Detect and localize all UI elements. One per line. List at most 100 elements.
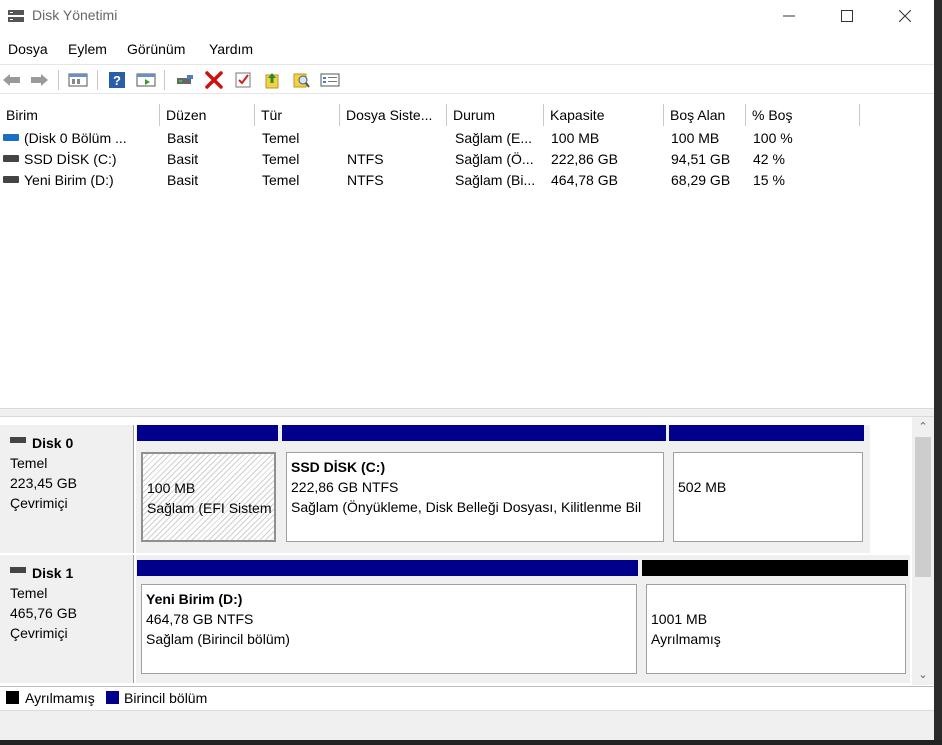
partition-ssd-c[interactable]: SSD DİSK (C:) 222,86 GB NTFS Sağlam (Öny…	[286, 452, 664, 542]
maximize-button[interactable]	[824, 0, 870, 32]
show-hide-button[interactable]	[136, 70, 156, 90]
partition-size: 1001 MB	[651, 611, 708, 627]
column-header-layout[interactable]: Düzen	[160, 104, 255, 126]
legend-label-primary: Birincil bölüm	[124, 690, 208, 706]
cell-volume-name: (Disk 0 Bölüm ...	[24, 130, 127, 146]
cell-percent-free: 15 %	[753, 172, 785, 188]
menu-file[interactable]: Dosya	[8, 41, 48, 57]
partition-bar	[282, 425, 666, 441]
partition-bar	[669, 425, 864, 441]
import-button[interactable]	[262, 70, 282, 90]
cell-status: Sağlam (E...	[455, 130, 533, 146]
cell-file-system: NTFS	[347, 172, 384, 188]
partition-bar	[137, 425, 278, 441]
disk-state: Çevrimiçi	[10, 625, 68, 641]
partition-size: 502 MB	[678, 479, 727, 495]
disk-graphical-view: Disk 0 Temel 223,45 GB Çevrimiçi 100 MB …	[0, 417, 934, 685]
cell-free-space: 94,51 GB	[671, 151, 731, 167]
cell-capacity: 100 MB	[551, 130, 600, 146]
partition-size: 464,78 GB NTFS	[146, 611, 254, 627]
partition-size: 222,86 GB NTFS	[291, 479, 399, 495]
disk-icon	[10, 567, 26, 574]
toolbar-separator	[164, 70, 165, 90]
column-header-type[interactable]: Tür	[255, 104, 340, 126]
back-button[interactable]	[2, 70, 22, 90]
disk-size: 465,76 GB	[10, 605, 77, 621]
forward-button[interactable]	[29, 70, 49, 90]
title-bar: Disk Yönetimi	[0, 0, 934, 32]
column-header-free-space[interactable]: Boş Alan	[664, 104, 746, 126]
close-icon	[899, 10, 911, 22]
scroll-up-icon[interactable]: ⌃	[912, 417, 934, 435]
scroll-down-icon[interactable]: ⌄	[912, 665, 934, 683]
cell-file-system	[347, 128, 447, 149]
menu-help[interactable]: Yardım	[209, 41, 253, 57]
cell-layout: Basit	[167, 151, 199, 167]
table-row[interactable]: SSD DİSK (C:) Basit Temel NTFS Sağlam (Ö... 2…	[0, 149, 934, 170]
properties-button[interactable]	[68, 70, 88, 90]
minimize-button[interactable]	[766, 0, 812, 32]
table-row[interactable]: Yeni Birim (D:) Basit Temel NTFS Sağlam (Bi.…	[0, 170, 934, 191]
list-icon	[320, 73, 340, 87]
volume-list-header: Birim Düzen Tür Dosya Siste... Durum Kap…	[0, 104, 934, 126]
cell-free-space: 68,29 GB	[671, 172, 731, 188]
disk-name: Disk 0	[32, 435, 74, 451]
cell-percent-free: 42 %	[753, 151, 785, 167]
disk-1-partitions: Yeni Birim (D:) 464,78 GB NTFS Sağlam (B…	[136, 555, 910, 683]
back-arrow-icon	[3, 74, 20, 86]
column-header-volume[interactable]: Birim	[0, 104, 160, 126]
menu-view[interactable]: Görünüm	[127, 41, 185, 57]
partition-recovery[interactable]: 502 MB	[673, 452, 863, 542]
disk-1-label[interactable]: Disk 1 Temel 465,76 GB Çevrimiçi	[0, 555, 134, 683]
legend-swatch-primary	[106, 691, 119, 704]
close-button[interactable]	[882, 0, 928, 32]
connect-disk-icon	[177, 75, 193, 84]
cell-capacity: 464,78 GB	[551, 172, 618, 188]
properties-icon	[68, 73, 88, 87]
disk-name: Disk 1	[32, 565, 74, 581]
cell-free-space: 100 MB	[671, 130, 720, 146]
search-icon	[293, 73, 310, 88]
cell-volume-name: Yeni Birim (D:)	[24, 172, 114, 188]
toolbar-separator	[97, 70, 98, 90]
volume-icon	[3, 176, 19, 183]
cell-layout: Basit	[167, 172, 199, 188]
disk-management-window: Disk Yönetimi Dosya Eylem Görünüm Yardım	[0, 0, 934, 740]
partition-status: Sağlam (Önyükleme, Disk Belleği Dosyası,…	[291, 499, 642, 515]
partition-unallocated[interactable]: 1001 MB Ayrılmamış	[646, 584, 906, 674]
legend-swatch-unallocated	[6, 691, 19, 704]
disk-type: Temel	[10, 455, 48, 471]
cell-percent-free: 100 %	[753, 130, 793, 146]
connect-disk-button[interactable]	[175, 70, 195, 90]
help-button[interactable]: ?	[107, 70, 127, 90]
check-button[interactable]	[233, 70, 253, 90]
cell-layout: Basit	[167, 130, 199, 146]
show-hide-icon	[136, 73, 156, 87]
disk-state: Çevrimiçi	[10, 495, 68, 511]
search-button[interactable]	[291, 70, 311, 90]
disk-type: Temel	[10, 585, 48, 601]
column-header-file-system[interactable]: Dosya Siste...	[340, 104, 447, 126]
partition-title: Yeni Birim (D:)	[146, 591, 243, 607]
delete-icon	[205, 71, 223, 89]
pane-splitter[interactable]	[0, 408, 934, 417]
delete-button[interactable]	[204, 70, 224, 90]
vertical-scrollbar[interactable]: ⌃ ⌄	[912, 417, 934, 685]
partition-status: Sağlam (Birincil bölüm)	[146, 631, 290, 647]
table-row[interactable]: (Disk 0 Bölüm ... Basit Temel Sağlam (E... 1…	[0, 128, 934, 149]
list-button[interactable]	[320, 70, 340, 90]
disk-0-label[interactable]: Disk 0 Temel 223,45 GB Çevrimiçi	[0, 425, 134, 553]
legend-label-unallocated: Ayrılmamış	[25, 690, 95, 706]
window-title: Disk Yönetimi	[32, 7, 118, 23]
partition-efi[interactable]: 100 MB Sağlam (EFI Sistem	[141, 452, 276, 542]
toolbar-separator	[58, 70, 59, 90]
scroll-thumb[interactable]	[915, 437, 931, 577]
cell-file-system: NTFS	[347, 151, 384, 167]
partition-new-volume-d[interactable]: Yeni Birim (D:) 464,78 GB NTFS Sağlam (B…	[141, 584, 637, 674]
column-header-capacity[interactable]: Kapasite	[544, 104, 664, 126]
disk-management-app-icon	[8, 10, 24, 22]
column-header-status[interactable]: Durum	[447, 104, 544, 126]
menu-action[interactable]: Eylem	[68, 41, 107, 57]
column-header-percent-free[interactable]: % Boş	[746, 104, 860, 126]
cell-status: Sağlam (Ö...	[455, 151, 534, 167]
